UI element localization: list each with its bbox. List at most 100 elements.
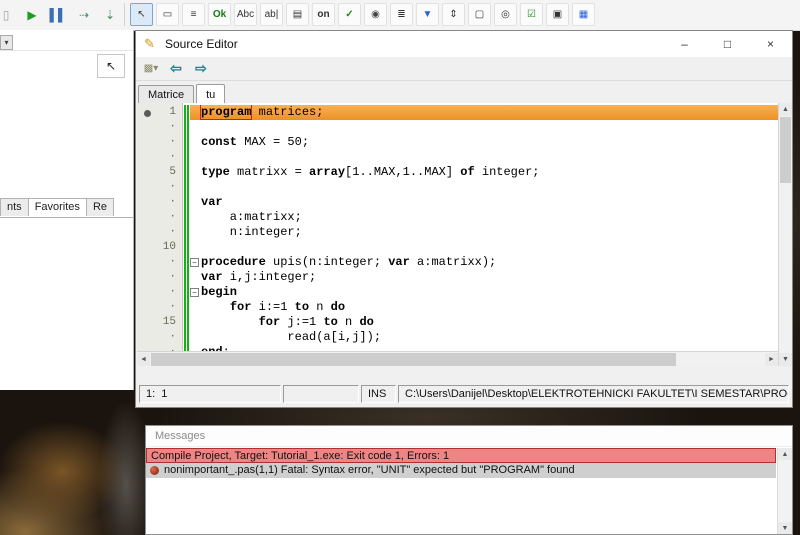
code-line[interactable]: program matrices; [190, 105, 778, 120]
horizontal-scrollbar[interactable]: ◄ ► [137, 351, 778, 366]
chevron-down-icon[interactable]: ▾ [0, 35, 13, 50]
message-text: nonimportant_.pas(1,1) Fatal: Syntax err… [164, 464, 575, 476]
checkbox-icon[interactable]: ✓ [338, 3, 361, 26]
code-line[interactable]: const MAX = 50; [190, 135, 778, 150]
object-inspector-panel: ▾ ↖ ntsFavoritesRe [0, 30, 134, 390]
jump-back-button[interactable]: ⇦ [166, 59, 186, 78]
step-into-button[interactable]: ⇣ [98, 3, 122, 27]
close-button[interactable]: × [749, 31, 792, 57]
edit-icon[interactable]: ab| [260, 3, 283, 26]
scroll-right-icon[interactable]: ► [765, 353, 778, 366]
gutter-line[interactable]: 5 [137, 165, 176, 180]
pause-button[interactable]: ▌▌ [46, 3, 70, 27]
gutter-line[interactable]: · [137, 225, 176, 240]
maximize-button[interactable]: □ [706, 31, 749, 57]
scroll-up-icon[interactable]: ▲ [778, 448, 792, 460]
tab-re[interactable]: Re [86, 198, 114, 216]
gutter-line[interactable]: · [137, 300, 176, 315]
listbox-icon[interactable]: ≣ [390, 3, 413, 26]
radiobutton-icon[interactable]: ◉ [364, 3, 387, 26]
gutter-line[interactable]: 15 [137, 315, 176, 330]
editor-history-button[interactable]: ▩▾ [141, 59, 161, 78]
pointer-tool-button[interactable]: ↖ [97, 54, 125, 78]
gutter-line[interactable]: · [137, 150, 176, 165]
code-line[interactable]: var [190, 195, 778, 210]
gutter-line[interactable]: · [137, 210, 176, 225]
code-line[interactable] [190, 120, 778, 135]
radiogroup-icon[interactable]: ◎ [494, 3, 517, 26]
code-editor[interactable]: 1···5····10····15·· program matrices;con… [137, 103, 778, 351]
message-row[interactable]: Compile Project, Target: Tutorial_1.exe:… [146, 448, 776, 463]
code-line[interactable] [190, 150, 778, 165]
run-button[interactable]: ▶ [20, 3, 44, 27]
property-grid[interactable] [0, 217, 133, 390]
component-selector-row: ▾ [0, 32, 133, 51]
scroll-up-icon[interactable]: ▲ [779, 103, 792, 116]
run-tools-group: ▯▶▌▌⇢⇣⇡ [0, 3, 148, 27]
code-line[interactable] [190, 180, 778, 195]
window-titlebar[interactable]: ✎ Source Editor –□× [136, 31, 792, 58]
message-row[interactable]: nonimportant_.pas(1,1) Fatal: Syntax err… [146, 463, 776, 478]
button-icon[interactable]: Ok [208, 3, 231, 26]
panel-icon[interactable]: ▣ [546, 3, 569, 26]
gutter-line[interactable]: · [137, 285, 176, 300]
gutter-line[interactable]: · [137, 135, 176, 150]
groupbox-icon[interactable]: ▢ [468, 3, 491, 26]
togglebox-icon[interactable]: on [312, 3, 335, 26]
scroll-down-icon[interactable]: ▼ [778, 522, 792, 534]
gutter-line[interactable]: · [137, 270, 176, 285]
partial-icon[interactable]: ▯ [0, 3, 18, 27]
minimize-button[interactable]: – [663, 31, 706, 57]
checkgroup-icon[interactable]: ☑ [520, 3, 543, 26]
scrollbar-icon[interactable]: ⇕ [442, 3, 465, 26]
code-line[interactable]: for i:=1 to n do [190, 300, 778, 315]
scroll-left-icon[interactable]: ◄ [137, 353, 150, 366]
code-line[interactable]: read(a[i,j]); [190, 330, 778, 345]
code-line[interactable]: var i,j:integer; [190, 270, 778, 285]
code-line[interactable]: n:integer; [190, 225, 778, 240]
messages-scrollbar[interactable]: ▲ ▼ [777, 448, 792, 534]
gutter-line[interactable]: · [137, 180, 176, 195]
insert-mode: INS [361, 385, 396, 403]
gutter-line[interactable]: · [137, 120, 176, 135]
tab-nts[interactable]: nts [0, 198, 29, 216]
code-line[interactable]: a:matrixx; [190, 210, 778, 225]
gutter-line[interactable]: · [137, 195, 176, 210]
editor-toolbar: ▩▾ ⇦ ⇨ [136, 57, 792, 81]
step-over-button[interactable]: ⇢ [72, 3, 96, 27]
select-tool-icon[interactable]: ↖ [130, 3, 153, 26]
code-line[interactable]: for j:=1 to n do [190, 315, 778, 330]
window-title: Source Editor [165, 37, 238, 51]
editor-window-icon: ✎ [144, 36, 155, 52]
editor-tab-tu[interactable]: tu [196, 84, 225, 103]
messages-window: Messages Compile Project, Target: Tutori… [145, 425, 793, 535]
tabsheet-icon[interactable]: ▭ [156, 3, 179, 26]
gutter-line[interactable]: · [137, 255, 176, 270]
fold-collapse-icon[interactable]: − [190, 258, 199, 267]
code-line[interactable]: procedure upis(n:integer; var a:matrixx)… [190, 255, 778, 270]
jump-forward-button[interactable]: ⇨ [191, 59, 211, 78]
mainmenu-icon[interactable]: ≡ [182, 3, 205, 26]
source-editor-window: ✎ Source Editor –□× ▩▾⇦⇨ Matricetu 1···5… [135, 30, 793, 408]
gutter-line[interactable]: 10 [137, 240, 176, 255]
code-line[interactable] [190, 240, 778, 255]
object-inspector-tabs: ntsFavoritesRe [0, 198, 113, 218]
vertical-scrollbar[interactable]: ▲ ▼ [778, 103, 792, 366]
stringgrid-icon[interactable]: ▦ [572, 3, 595, 26]
editor-gutter[interactable]: 1···5····10····15·· [137, 103, 183, 351]
code-line[interactable]: type matrixx = array[1..MAX,1..MAX] of i… [190, 165, 778, 180]
memo-icon[interactable]: ▤ [286, 3, 309, 26]
label-icon[interactable]: Abc [234, 3, 257, 26]
fold-collapse-icon[interactable]: − [190, 288, 199, 297]
code-line[interactable]: begin− [190, 285, 778, 300]
gutter-line[interactable]: 1 [137, 105, 176, 120]
scrollbar-thumb[interactable] [780, 117, 791, 183]
gutter-line[interactable]: · [137, 330, 176, 345]
editor-tab-matrice[interactable]: Matrice [138, 85, 194, 103]
gutter-marker[interactable] [144, 110, 151, 117]
scrollbar-thumb[interactable] [151, 353, 676, 366]
caption-buttons: –□× [663, 31, 792, 57]
tab-favorites[interactable]: Favorites [28, 198, 87, 216]
combobox-icon[interactable]: ▼ [416, 3, 439, 26]
scroll-down-icon[interactable]: ▼ [779, 353, 792, 366]
